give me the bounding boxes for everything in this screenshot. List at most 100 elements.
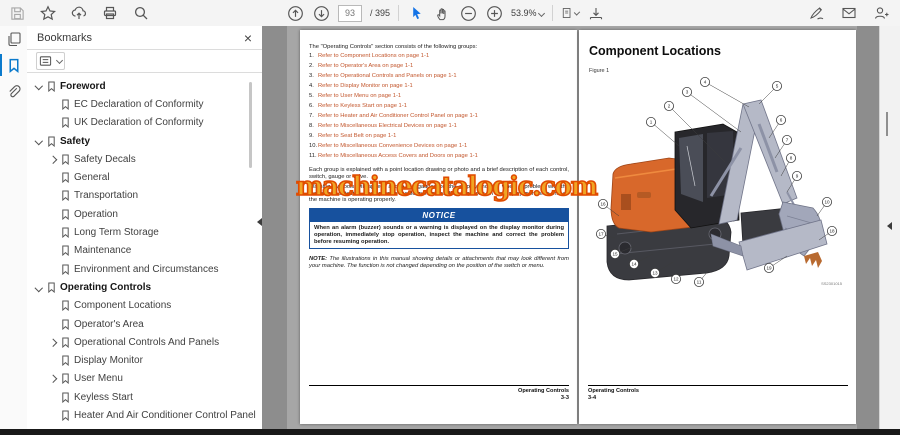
bookmark-ribbon-icon: [47, 282, 60, 293]
refer-link[interactable]: Refer to Miscellaneous Access Covers and…: [318, 153, 478, 159]
bookmark-item[interactable]: Component Locations: [27, 297, 262, 315]
star-button[interactable]: [39, 4, 57, 22]
bookmark-item[interactable]: Display Monitor: [27, 351, 262, 369]
bookmark-item[interactable]: User Menu: [27, 370, 262, 388]
attachments-button[interactable]: [0, 78, 27, 104]
svg-text:18: 18: [829, 229, 835, 234]
bookmark-item[interactable]: Operating Controls: [27, 278, 262, 296]
scroll-mode-button[interactable]: [587, 4, 605, 22]
next-page-button[interactable]: [312, 4, 330, 22]
refer-link[interactable]: Refer to Display Monitor on page 1-1: [318, 83, 413, 89]
bookmark-item[interactable]: Heater And Air Conditioner Control Panel: [27, 406, 262, 424]
document-scrollbar[interactable]: [886, 112, 888, 136]
note-paragraph: NOTE: The illustrations in this manual s…: [309, 256, 569, 270]
toolbar-separator: [551, 5, 553, 21]
bookmark-label: Operating Controls: [60, 281, 152, 293]
chevron-down-icon: [573, 8, 580, 16]
bookmark-item[interactable]: Safety Decals: [27, 150, 262, 168]
link-number: 11.: [309, 153, 317, 159]
select-tool-button[interactable]: [407, 4, 425, 22]
svg-text:12: 12: [673, 277, 679, 282]
bookmark-ribbon-icon: [61, 99, 74, 110]
refer-link[interactable]: Refer to Miscellaneous Convenience Devic…: [318, 143, 467, 149]
print-button[interactable]: [101, 4, 119, 22]
svg-text:13: 13: [652, 271, 658, 276]
refer-link-item: 6. Refer to Keyless Start on page 1-1: [309, 103, 569, 113]
star-icon: [40, 5, 56, 21]
bookmarks-panel: Bookmarks × Foreword EC Declaration of Co…: [27, 26, 262, 429]
chevron-right-icon[interactable]: [48, 375, 61, 383]
refer-link-item: 1. Refer to Component Locations on page 1…: [309, 53, 569, 63]
link-number: 6.: [309, 103, 314, 109]
bookmark-ribbon-icon: [61, 172, 74, 184]
bookmark-item[interactable]: Keyless Start: [27, 388, 262, 406]
bookmark-label: Safety Decals: [74, 153, 136, 165]
person-add-icon: [874, 7, 889, 19]
refer-link[interactable]: Refer to Operational Controls and Panels…: [318, 73, 457, 79]
bookmark-item[interactable]: Environment and Circumstances: [27, 260, 262, 278]
bookmark-item[interactable]: EC Declaration of Conformity: [27, 95, 262, 113]
bookmark-item[interactable]: Foreword: [27, 77, 262, 95]
chevron-right-icon[interactable]: [48, 155, 61, 164]
bookmark-label: Foreword: [60, 80, 106, 92]
refer-link[interactable]: Refer to User Menu on page 1-1: [318, 93, 401, 99]
bookmark-item[interactable]: Operation: [27, 205, 262, 223]
account-button[interactable]: [872, 4, 890, 22]
bookmark-ribbon-icon: [61, 319, 74, 330]
bookmark-ribbon-icon: [61, 209, 74, 220]
search-button[interactable]: [132, 4, 150, 22]
bookmark-ribbon-icon: [61, 227, 74, 239]
refer-link[interactable]: Refer to Component Locations on page 1-1: [318, 53, 429, 59]
svg-text:15: 15: [612, 252, 618, 257]
collapse-right-panel-button[interactable]: [887, 222, 892, 230]
link-number: 3.: [309, 73, 314, 79]
share-button[interactable]: [70, 4, 88, 22]
document-area[interactable]: The "Operating Controls" section consist…: [262, 26, 880, 429]
sign-button[interactable]: [808, 4, 826, 22]
email-button[interactable]: [840, 4, 858, 22]
bookmark-item[interactable]: Transportation: [27, 187, 262, 205]
chevron-down-icon[interactable]: [34, 82, 47, 91]
bookmarks-panel-button[interactable]: [0, 52, 27, 78]
refer-link[interactable]: Refer to Seat Belt on page 1-1: [318, 133, 396, 139]
previous-page-button[interactable]: [286, 4, 304, 22]
svg-text:3: 3: [686, 90, 689, 95]
close-panel-button[interactable]: ×: [244, 31, 252, 45]
bookmark-item[interactable]: Safety: [27, 132, 262, 150]
chevron-right-icon[interactable]: [48, 338, 61, 347]
search-icon: [134, 6, 148, 20]
bookmark-item[interactable]: UK Declaration of Conformity: [27, 114, 262, 132]
bookmark-label: Maintenance: [74, 245, 132, 257]
bookmark-ribbon-icon: [61, 300, 74, 312]
hand-tool-button[interactable]: [433, 4, 451, 22]
bookmark-item[interactable]: Long Term Storage: [27, 223, 262, 241]
bookmarks-scrollbar[interactable]: [249, 82, 252, 168]
refer-link[interactable]: Refer to Keyless Start on page 1-1: [318, 103, 407, 109]
note-label: NOTE:: [309, 256, 328, 263]
save-button[interactable]: [8, 4, 26, 22]
bookmark-item[interactable]: Maintenance: [27, 242, 262, 260]
bookmark-icon: [62, 154, 69, 165]
bookmark-item[interactable]: Operator's Area: [27, 315, 262, 333]
chevron-down-icon[interactable]: [34, 137, 47, 145]
zoom-out-button[interactable]: [459, 4, 477, 22]
bookmark-item[interactable]: Operational Controls And Panels: [27, 333, 262, 351]
paperclip-icon: [9, 84, 21, 97]
bookmark-ribbon-icon: [61, 117, 74, 129]
refer-link-item: 7. Refer to Heater and Air Conditioner Co…: [309, 113, 569, 123]
refer-link[interactable]: Refer to Heater and Air Conditioner Cont…: [318, 113, 478, 119]
page-number-input[interactable]: 93: [338, 4, 362, 22]
bookmarks-options-button[interactable]: [36, 52, 65, 70]
bookmark-item[interactable]: General: [27, 168, 262, 186]
refer-link[interactable]: Refer to Miscellaneous Electrical Device…: [318, 123, 457, 129]
refer-link[interactable]: Refer to Operator's Area on page 1-1: [318, 63, 413, 69]
page-fit-dropdown[interactable]: [561, 4, 580, 22]
svg-text:19: 19: [766, 266, 772, 271]
arrow-up-circle-icon: [287, 5, 303, 21]
zoom-in-button[interactable]: [485, 4, 503, 22]
chevron-down-icon[interactable]: [34, 283, 47, 292]
page-thumbnails-button[interactable]: [0, 26, 27, 52]
zoom-level-dropdown[interactable]: 53.9%: [511, 8, 545, 18]
section-intro-text: The "Operating Controls" section consist…: [309, 44, 478, 50]
bookmark-icon: [48, 282, 55, 293]
